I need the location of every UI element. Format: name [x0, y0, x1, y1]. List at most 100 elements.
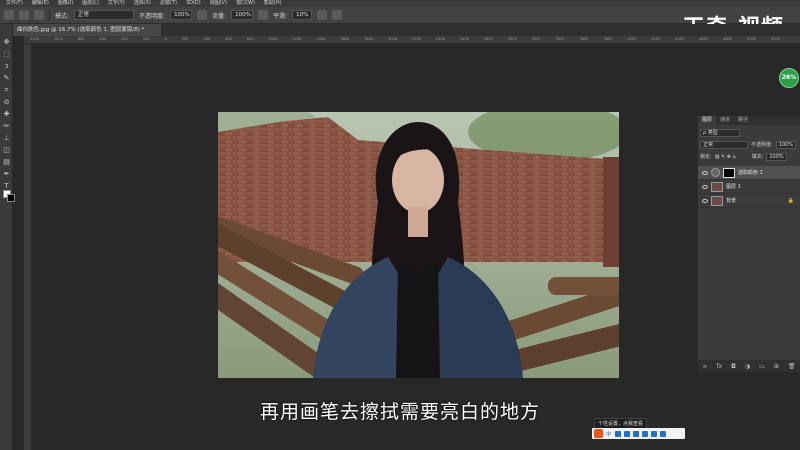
menu-window[interactable]: 窗口(W) [236, 0, 255, 7]
quick-select-tool-icon[interactable]: ✎ [2, 74, 11, 83]
lock-icon: 🔒 [787, 197, 794, 204]
mode-select[interactable]: 正常 [74, 10, 135, 20]
brush-tool-icon[interactable]: ✏ [2, 122, 11, 131]
healing-tool-icon[interactable]: ✚ [2, 110, 11, 119]
link-icon[interactable]: ∞ [703, 363, 708, 370]
menu-filter[interactable]: 滤镜(T) [160, 0, 177, 7]
brush-settings-icon[interactable] [34, 10, 44, 20]
trash-icon[interactable]: 🗑 [788, 363, 796, 370]
visibility-eye-icon[interactable] [702, 170, 708, 175]
layer-thumbnail [711, 181, 723, 192]
document-tab-bar: 曲白肤色.jpg @ 16.7% (选取颜色 1, 图层蒙版/8) * [13, 24, 800, 36]
group-icon[interactable]: ▭ [759, 363, 765, 370]
menu-help[interactable]: 帮助(H) [264, 0, 282, 7]
fill-input[interactable]: 100% [766, 152, 787, 161]
ime-voice-icon[interactable] [623, 430, 630, 437]
opacity-input[interactable]: 100% [170, 10, 193, 20]
layer-name[interactable]: 图层 1 [726, 183, 741, 190]
ruler-tick-label: 600 [225, 37, 232, 41]
menu-type[interactable]: 文字(Y) [108, 0, 125, 7]
lock-icons[interactable]: ▨ ✎ ✥ ⌂ [715, 154, 749, 160]
smoothing-input[interactable]: 10% [292, 10, 313, 20]
adjustment-icon[interactable]: ◑ [745, 363, 750, 370]
new-layer-icon[interactable]: ⊞ [774, 363, 779, 370]
move-tool-icon[interactable]: ✥ [2, 38, 11, 47]
zoom-badge[interactable]: 26% [779, 68, 799, 88]
menu-bar: 文件(F) 编辑(E) 图像(I) 图层(L) 文字(Y) 选择(S) 滤镜(T… [0, 0, 800, 7]
tab-paths[interactable]: 路径 [734, 116, 752, 125]
pressure-opacity-icon[interactable] [197, 10, 208, 20]
ime-punctuation-icon[interactable] [614, 430, 621, 437]
brush-size-icon[interactable] [19, 10, 29, 20]
menu-3d[interactable]: 3D(D) [186, 0, 201, 7]
layer-row[interactable]: 背景 🔒 [698, 194, 800, 208]
menu-layer[interactable]: 图层(L) [82, 0, 99, 7]
brush-tool-preset-icon[interactable] [4, 10, 14, 20]
tab-channels[interactable]: 通道 [716, 116, 734, 125]
layer-name[interactable]: 背景 [726, 197, 736, 204]
airbrush-icon[interactable] [258, 10, 269, 20]
ruler-tick-label: 3400 [555, 37, 565, 41]
ruler-tick-label: 2000 [388, 37, 398, 41]
video-subtitle: 再用画笔去擦拭需要亮白的地方 [259, 401, 540, 423]
pen-tool-icon[interactable]: ✒ [2, 170, 11, 179]
ruler-tick-label: 600 [99, 37, 107, 41]
ruler-tick-label: 4400 [675, 37, 685, 41]
layer-filter-select[interactable]: ρ 类型 [700, 128, 740, 137]
fx-icon[interactable]: fx [717, 363, 723, 370]
flow-label: 流量: [212, 12, 227, 20]
lasso-tool-icon[interactable]: ↄ [2, 62, 11, 71]
adjustment-thumbnail-icon [711, 168, 720, 177]
pressure-size-icon[interactable] [332, 10, 343, 20]
ruler-tick-label: 800 [246, 37, 254, 41]
ruler-tick-label: 400 [121, 37, 128, 41]
crop-tool-icon[interactable]: ⌗ [2, 86, 11, 95]
ruler-tick-label: 400 [203, 37, 211, 41]
menu-edit[interactable]: 编辑(E) [32, 0, 49, 7]
canvas-photo[interactable] [218, 112, 619, 378]
layer-opacity-input[interactable]: 100% [775, 140, 796, 149]
eyedropper-tool-icon[interactable]: ⊘ [2, 98, 11, 107]
tools-panel: ✥ ⬚ ↄ ✎ ⌗ ⊘ ✚ ✏ ⊥ ◫ ▤ ✒ T [0, 24, 15, 450]
blend-mode-select[interactable]: 正常 [700, 140, 748, 149]
ruler-tick-label: 2400 [436, 37, 445, 41]
mask-icon[interactable]: ◘ [731, 363, 736, 370]
ruler-tick-label: 200 [142, 37, 150, 41]
document-tab[interactable]: 曲白肤色.jpg @ 16.7% (选取颜色 1, 图层蒙版/8) * [13, 24, 161, 36]
eraser-tool-icon[interactable]: ◫ [2, 146, 11, 155]
smoothing-label: 平滑: [273, 12, 288, 20]
ruler-tick-label: 2200 [412, 37, 422, 41]
ime-toolbar[interactable]: 中 [592, 428, 685, 439]
menu-image[interactable]: 图像(I) [58, 0, 73, 7]
layers-panel-footer: ∞ fx ◘ ◑ ▭ ⊞ 🗑 [698, 360, 800, 372]
layer-mask-thumbnail[interactable] [723, 167, 735, 178]
background-color-swatch[interactable] [7, 194, 15, 202]
ruler-tick-label: 5200 [770, 37, 780, 41]
menu-select[interactable]: 选择(S) [134, 0, 151, 7]
visibility-eye-icon[interactable] [702, 184, 708, 189]
ime-skin-icon[interactable] [650, 430, 657, 437]
ruler-tick-label: 3000 [507, 37, 517, 41]
ime-language-label[interactable]: 中 [606, 430, 612, 438]
gradient-tool-icon[interactable]: ▤ [2, 158, 11, 167]
marquee-tool-icon[interactable]: ⬚ [2, 50, 11, 59]
smoothing-settings-icon[interactable] [317, 10, 328, 20]
ruler-tick-label: 0 [164, 37, 167, 41]
tab-layers[interactable]: 图层 [698, 116, 717, 125]
ime-logo-icon[interactable] [594, 429, 603, 438]
layer-name[interactable]: 选取颜色 1 [738, 169, 763, 176]
layer-row[interactable]: 选取颜色 1 [698, 166, 800, 180]
layer-row[interactable]: 图层 1 [698, 180, 800, 194]
ime-keyboard-icon[interactable] [632, 430, 639, 437]
ime-menu-icon[interactable] [659, 430, 666, 437]
menu-view[interactable]: 视图(V) [210, 0, 227, 7]
ime-tools-icon[interactable] [641, 430, 648, 437]
ruler-tick-label: 3800 [603, 37, 613, 41]
ruler-tick-label: 5000 [747, 37, 756, 41]
menu-file[interactable]: 文件(F) [6, 0, 23, 7]
visibility-eye-icon[interactable] [702, 198, 708, 203]
flow-input[interactable]: 100% [231, 10, 254, 20]
ruler-tick-label: 2600 [459, 37, 469, 41]
stamp-tool-icon[interactable]: ⊥ [2, 134, 11, 143]
fill-label: 填充: [751, 154, 764, 160]
